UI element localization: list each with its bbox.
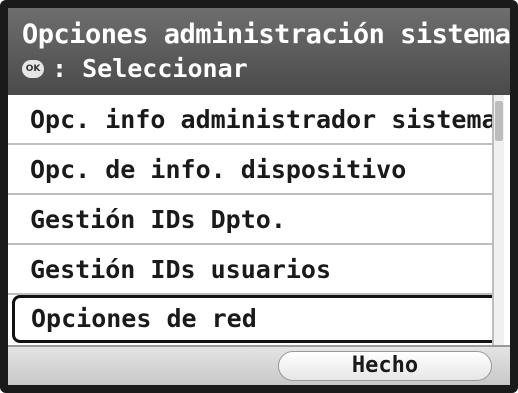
menu-item-device-info[interactable]: Opc. de info. dispositivo	[8, 145, 494, 195]
ok-button-icon: OK	[22, 60, 44, 78]
menu-item-user-id-management[interactable]: Gestión IDs usuarios	[8, 245, 494, 295]
menu-list: Opc. info administrador sistema Opc. de …	[8, 95, 510, 345]
page-title: Opciones administración sistema	[22, 19, 510, 50]
screen-footer: Hecho	[8, 345, 510, 385]
lcd-screen: Opciones administración sistema OK : Sel…	[8, 8, 510, 385]
select-hint-label: : Seleccionar	[52, 54, 248, 83]
device-frame: Opciones administración sistema OK : Sel…	[0, 0, 518, 393]
menu-item-department-id-management[interactable]: Gestión IDs Dpto.	[8, 195, 494, 245]
screen-header: Opciones administración sistema OK : Sel…	[8, 8, 510, 95]
scrollbar[interactable]	[492, 95, 504, 345]
menu-item-network-settings[interactable]: Opciones de red	[12, 295, 504, 343]
done-button[interactable]: Hecho	[278, 351, 492, 381]
scrollbar-thumb[interactable]	[495, 101, 503, 141]
select-hint: OK : Seleccionar	[22, 54, 248, 84]
menu-item-system-manager-info[interactable]: Opc. info administrador sistema	[8, 95, 497, 145]
